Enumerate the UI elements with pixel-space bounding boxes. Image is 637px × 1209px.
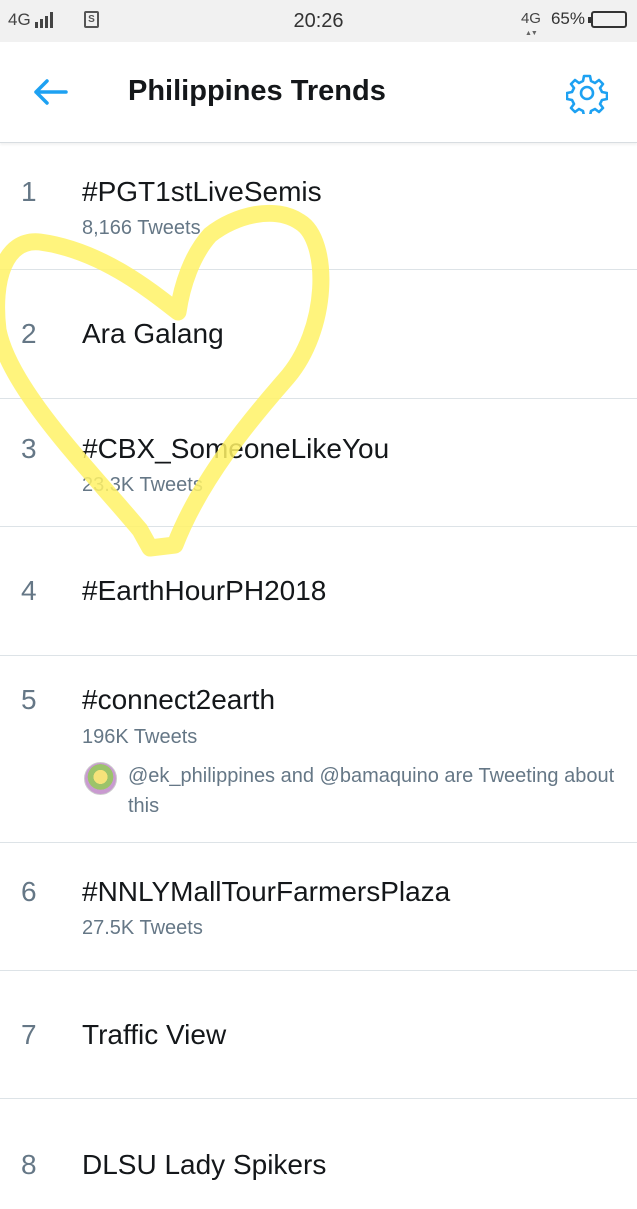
trend-rank: 3: [21, 433, 37, 464]
trend-rank: 4: [21, 575, 37, 606]
trend-rank: 8: [21, 1149, 37, 1180]
trends-list: 1 #PGT1stLiveSemis 8,166 Tweets 2 Ara Ga…: [0, 143, 637, 1209]
trend-item[interactable]: 1 #PGT1stLiveSemis 8,166 Tweets: [0, 143, 637, 270]
trend-topic[interactable]: #EarthHourPH2018: [82, 575, 326, 607]
page-title: Philippines Trends: [128, 75, 386, 107]
settings-button[interactable]: [565, 72, 609, 118]
trend-item[interactable]: 6 #NNLYMallTourFarmersPlaza 27.5K Tweets: [0, 843, 637, 971]
trend-topic[interactable]: #PGT1stLiveSemis: [82, 176, 322, 208]
trend-item[interactable]: 2 Ara Galang: [0, 270, 637, 399]
trend-tweet-count: 196K Tweets: [82, 726, 198, 748]
trend-topic[interactable]: #NNLYMallTourFarmersPlaza: [82, 876, 450, 908]
back-button[interactable]: [30, 76, 70, 108]
trend-topic[interactable]: #CBX_SomeoneLikeYou: [82, 433, 389, 465]
trend-topic[interactable]: Ara Galang: [82, 318, 224, 350]
network-type-right: 4G: [521, 11, 541, 41]
trend-rank: 6: [21, 876, 37, 907]
trend-topic[interactable]: DLSU Lady Spikers: [82, 1149, 326, 1181]
trend-item[interactable]: 8 DLSU Lady Spikers: [0, 1099, 637, 1209]
trend-context: @ek_philippines and @bamaquino are Tweet…: [128, 765, 615, 817]
trend-rank: 1: [21, 176, 37, 207]
trend-topic[interactable]: #connect2earth: [82, 684, 275, 716]
trend-tweet-count: 8,166 Tweets: [82, 217, 201, 239]
trend-item[interactable]: 7 Traffic View: [0, 971, 637, 1099]
trend-tweet-count: 27.5K Tweets: [82, 917, 203, 939]
trend-rank: 2: [21, 318, 37, 349]
trend-tweet-count: 23.3K Tweets: [82, 474, 203, 496]
arrow-left-icon: [34, 79, 68, 105]
top-app-bar: Philippines Trends: [0, 42, 637, 143]
trend-item[interactable]: 3 #CBX_SomeoneLikeYou 23.3K Tweets: [0, 399, 637, 527]
avatar: [84, 762, 117, 795]
battery-percent: 65%: [550, 9, 585, 28]
trend-rank: 7: [21, 1019, 37, 1050]
battery-icon: [588, 10, 627, 28]
trend-item[interactable]: 5 #connect2earth 196K Tweets @ek_philipp…: [0, 656, 637, 843]
trend-item[interactable]: 4 #EarthHourPH2018: [0, 527, 637, 656]
trend-topic[interactable]: Traffic View: [82, 1019, 226, 1051]
status-bar: 4G S 20:26 4G 65%: [0, 0, 637, 42]
trend-rank: 5: [21, 684, 37, 715]
gear-icon: [565, 74, 609, 118]
